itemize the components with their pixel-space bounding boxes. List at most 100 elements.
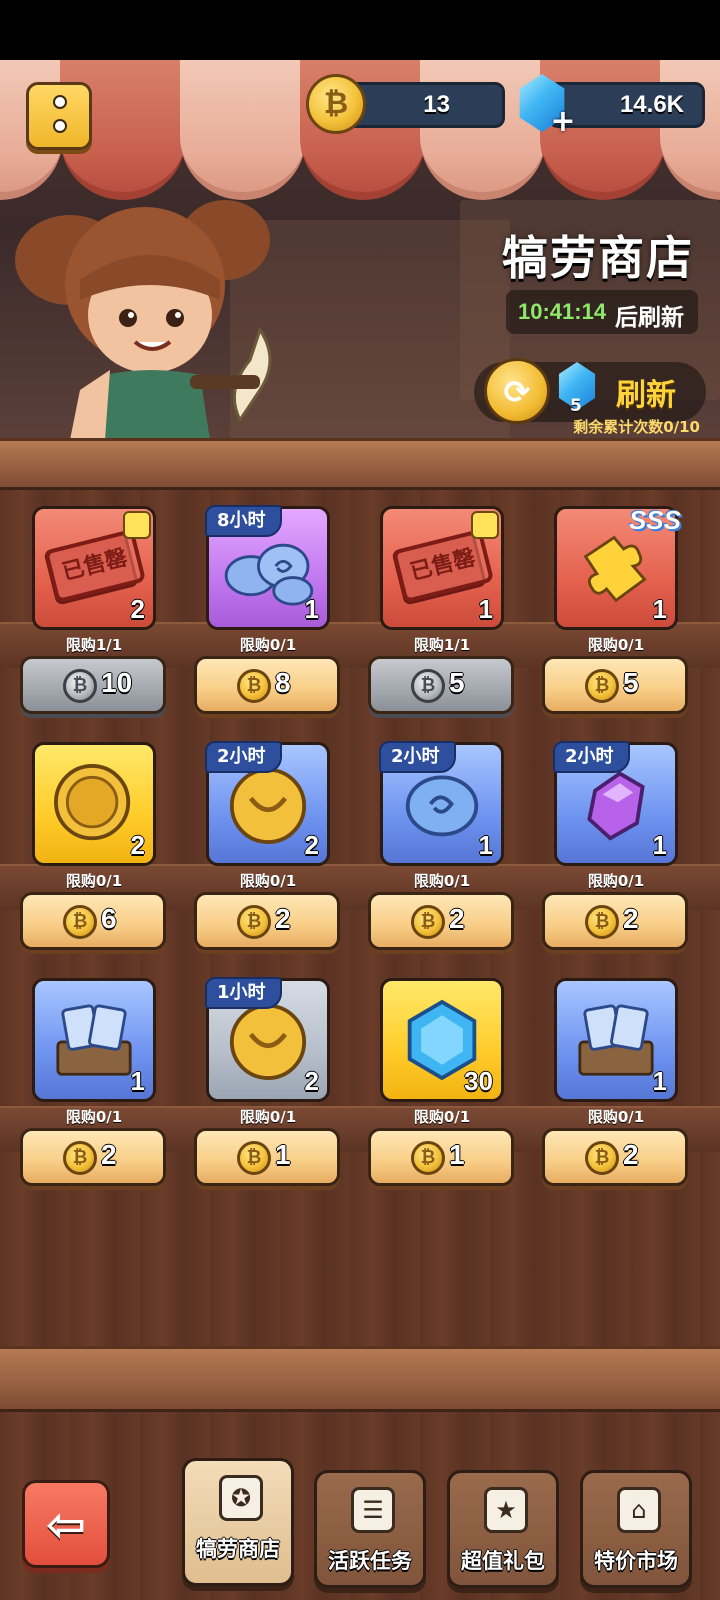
buy-button: ₿ 5	[368, 656, 514, 714]
purchase-limit: 限购0/1	[239, 872, 297, 890]
item-quantity: 1	[478, 830, 493, 860]
item-duration-tag: 2小时	[205, 741, 282, 773]
buy-button[interactable]: ₿ 2	[194, 892, 340, 950]
shop-item-card[interactable]: 已售罄 1	[380, 506, 504, 630]
gold-coin-icon: ₿	[585, 1141, 619, 1175]
item-quantity: 2	[130, 594, 145, 624]
top-plank	[0, 438, 720, 490]
shop-item-card[interactable]: 1	[32, 978, 156, 1102]
gold-coin-icon: ₿	[63, 905, 97, 939]
purchase-limit: 限购1/1	[65, 636, 123, 654]
gold-coin-icon: ₿	[237, 669, 271, 703]
item-quantity: 1	[652, 830, 667, 860]
price-value: 10	[101, 667, 133, 698]
gold-coin-icon: ₿	[411, 905, 445, 939]
shop-item-card[interactable]: 已售罄 2	[32, 506, 156, 630]
market-stall-icon: ⌂	[617, 1487, 661, 1533]
shop-item-card[interactable]: 2	[32, 742, 156, 866]
price-value: 8	[275, 667, 291, 698]
add-gems-icon[interactable]: +	[548, 107, 578, 138]
tab-label: 犒劳商店	[196, 1537, 280, 1561]
puzzle-plus-icon	[123, 511, 151, 539]
shop-item-card[interactable]: 1	[554, 978, 678, 1102]
item-quantity: 1	[478, 594, 493, 624]
price-value: 2	[623, 1139, 639, 1170]
price-value: 5	[449, 667, 465, 698]
buy-button[interactable]: ₿ 5	[542, 656, 688, 714]
gold-coin-icon: ₿	[585, 669, 619, 703]
item-quantity: 2	[304, 830, 319, 860]
tab-label: 超值礼包	[461, 1549, 545, 1573]
menu-button[interactable]	[26, 82, 92, 150]
menu-dot-icon	[53, 95, 67, 109]
purchase-limit: 限购0/1	[413, 872, 471, 890]
shop-item-card[interactable]: SSS 1	[554, 505, 681, 630]
menu-dot-icon	[53, 119, 67, 133]
sold-out-label: 已售罄	[59, 545, 130, 586]
shop-item-card[interactable]: 2小时 1	[379, 741, 504, 866]
refresh-cost: 5	[570, 396, 582, 416]
item-quantity: 1	[652, 1066, 667, 1096]
buy-button[interactable]: ₿ 2	[368, 892, 514, 950]
sold-out-label: 已售罄	[407, 545, 478, 586]
price-value: 1	[275, 1139, 291, 1170]
gold-coin-icon: ₿	[63, 1141, 97, 1175]
shop-item-card[interactable]: 2小时 1	[553, 741, 678, 866]
shop-item-card[interactable]: 2小时 2	[205, 741, 330, 866]
purchase-limit: 限购0/1	[65, 872, 123, 890]
item-duration-tag: 2小时	[379, 741, 456, 773]
tab-task-list[interactable]: ☰ 活跃任务	[314, 1470, 426, 1588]
silver-coin-icon: ₿	[411, 669, 445, 703]
item-quantity: 1	[304, 594, 319, 624]
buy-button[interactable]: ₿ 2	[542, 892, 688, 950]
price-value: 2	[101, 1139, 117, 1170]
item-duration-tag: 1小时	[205, 977, 282, 1009]
refresh-timer-suffix: 后刷新	[615, 305, 684, 331]
back-arrow-icon: ⇦	[45, 1497, 87, 1553]
buy-button[interactable]: ₿ 1	[368, 1128, 514, 1186]
status-bar	[0, 0, 720, 60]
price-value: 5	[623, 667, 639, 698]
tab-shop-badge[interactable]: ✪ 犒劳商店	[182, 1458, 294, 1586]
price-value: 2	[623, 903, 639, 934]
shop-badge-icon: ✪	[219, 1475, 263, 1521]
purchase-limit: 限购0/1	[587, 636, 645, 654]
price-value: 2	[449, 903, 465, 934]
buy-button[interactable]: ₿ 2	[20, 1128, 166, 1186]
refresh-label[interactable]: 刷新	[616, 370, 676, 414]
purchase-limit: 限购0/1	[587, 1108, 645, 1126]
refresh-timer: 10:41:14 后刷新	[506, 290, 698, 334]
purchase-limit: 限购0/1	[239, 1108, 297, 1126]
buy-button[interactable]: ₿ 1	[194, 1128, 340, 1186]
rarity-badge: SSS	[628, 505, 681, 535]
refresh-icon[interactable]: ⟳	[484, 358, 550, 424]
item-quantity: 1	[130, 1066, 145, 1096]
buy-button: ₿ 10	[20, 656, 166, 714]
tab-label: 特价市场	[594, 1549, 678, 1573]
gold-coin-icon: ₿	[585, 905, 619, 939]
item-quantity: 2	[304, 1066, 319, 1096]
buy-button[interactable]: ₿ 8	[194, 656, 340, 714]
purchase-limit: 限购0/1	[239, 636, 297, 654]
refresh-timer-value: 10:41:14	[518, 299, 607, 324]
game-screen: 13 ₿ 14.6K + 犒劳商店 10:41:14 后刷新 ⟳ 5 刷新 剩余…	[0, 0, 720, 1600]
bottom-plank	[0, 1346, 720, 1412]
price-value: 2	[275, 903, 291, 934]
item-duration-tag: 2小时	[553, 741, 630, 773]
shop-item-card[interactable]: 8小时 1	[205, 505, 330, 630]
buy-button[interactable]: ₿ 2	[542, 1128, 688, 1186]
price-value: 6	[101, 903, 117, 934]
purchase-limit: 限购0/1	[413, 1108, 471, 1126]
shopkeeper-character-icon	[15, 200, 272, 440]
back-button[interactable]: ⇦	[22, 1480, 110, 1568]
shop-item-card[interactable]: 30	[380, 978, 504, 1102]
tab-gift-box[interactable]: ★ 超值礼包	[447, 1470, 559, 1588]
gold-coin-icon: ₿	[306, 74, 366, 134]
coin-amount: 13	[423, 91, 450, 118]
gift-box-icon: ★	[484, 1487, 528, 1533]
tab-market-stall[interactable]: ⌂ 特价市场	[580, 1470, 692, 1588]
gold-coin-icon: ₿	[237, 1141, 271, 1175]
shop-item-card[interactable]: 1小时 2	[205, 977, 330, 1102]
buy-button[interactable]: ₿ 6	[20, 892, 166, 950]
item-quantity: 2	[130, 830, 145, 860]
